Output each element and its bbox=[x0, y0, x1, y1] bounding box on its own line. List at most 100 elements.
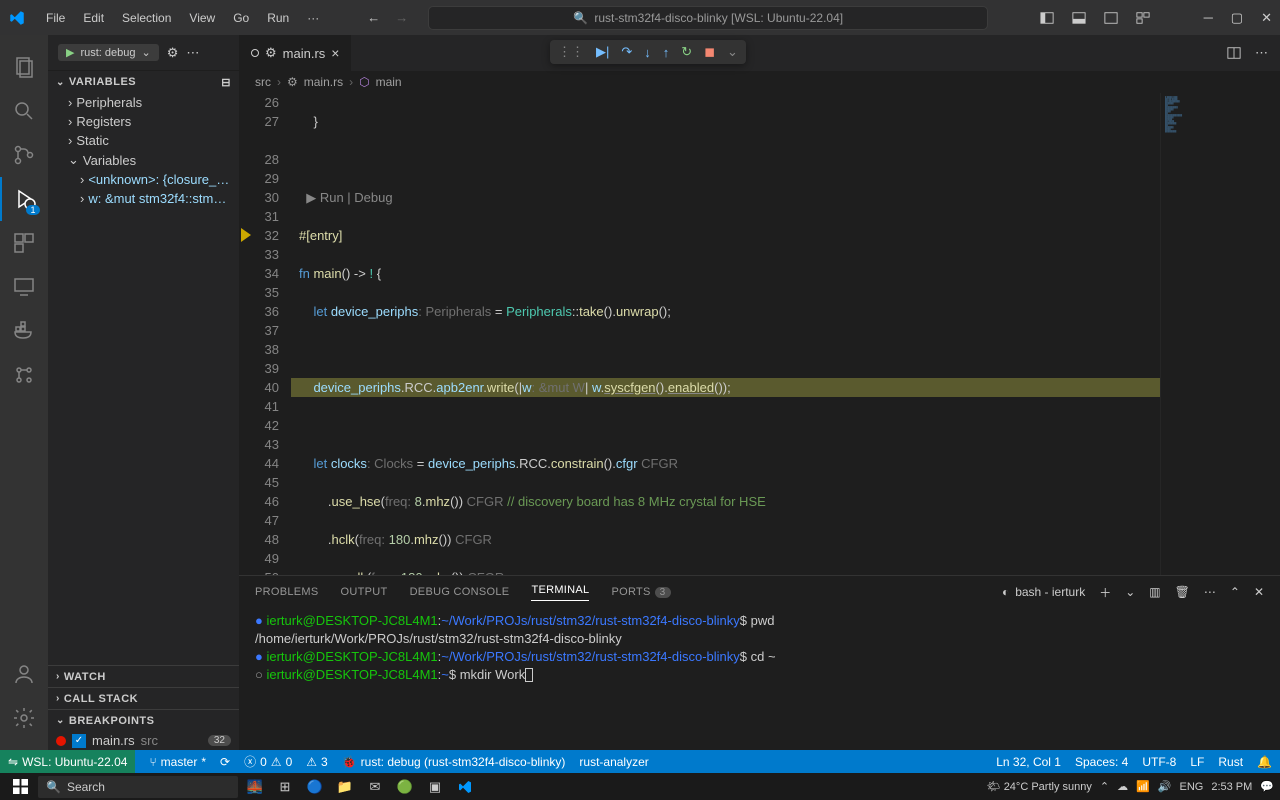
search-activity-icon[interactable] bbox=[0, 89, 48, 133]
encoding-status[interactable]: UTF-8 bbox=[1142, 755, 1176, 769]
remote-indicator[interactable]: ⇋WSL: Ubuntu-22.04 bbox=[0, 750, 135, 773]
language-status[interactable]: Rust bbox=[1218, 755, 1243, 769]
code-content[interactable]: } ▶ Run | Debug #[entry] fn main() -> ! … bbox=[291, 93, 1160, 575]
source-control-icon[interactable] bbox=[0, 133, 48, 177]
window-maximize-icon[interactable]: ▢ bbox=[1231, 10, 1243, 26]
terminal-dropdown-icon[interactable]: ⌄ bbox=[1125, 585, 1135, 599]
checkbox-checked-icon[interactable]: ✓ bbox=[72, 734, 86, 748]
debug-toolbar[interactable]: ⋮⋮ ▶| ↷ ↓ ↑ ↻ ◼ ⌄ bbox=[550, 40, 746, 64]
chevron-down-icon[interactable]: ⌄ bbox=[727, 44, 738, 60]
taskbar-search[interactable]: 🔍Search bbox=[38, 776, 238, 798]
variable-row[interactable]: ›<unknown>: {closure_… bbox=[48, 170, 239, 189]
debug-status[interactable]: 🐞rust: debug (rust-stm32f4-disco-blinky) bbox=[342, 755, 566, 769]
tray-wifi-icon[interactable]: 📶 bbox=[1136, 780, 1150, 793]
nav-back-icon[interactable]: ← bbox=[367, 10, 380, 25]
code-editor[interactable]: 2627 28293031 32 33343536 37383940 41424… bbox=[239, 93, 1280, 575]
grip-icon[interactable]: ⋮⋮ bbox=[558, 44, 584, 60]
breakpoint-row[interactable]: ✓ main.rs src 32 bbox=[48, 731, 239, 750]
breadcrumb-file[interactable]: main.rs bbox=[304, 75, 343, 89]
debug-more-icon[interactable]: ⋯ bbox=[186, 45, 199, 61]
docker-icon[interactable] bbox=[0, 309, 48, 353]
menu-edit[interactable]: Edit bbox=[75, 7, 112, 29]
minimap[interactable]: █ ████ █████ ██ ████ ██ ████████████████… bbox=[1160, 93, 1280, 575]
notifications-icon[interactable]: 🔔 bbox=[1257, 755, 1272, 769]
variables-section[interactable]: ⌄ VARIABLES ⊟ bbox=[48, 71, 239, 93]
eol-status[interactable]: LF bbox=[1190, 755, 1204, 769]
taskbar-explorer-icon[interactable]: 📁 bbox=[332, 776, 358, 798]
debug-settings-gear-icon[interactable]: ⚙ bbox=[167, 45, 179, 61]
start-button[interactable] bbox=[6, 779, 34, 794]
tab-output[interactable]: OUTPUT bbox=[341, 586, 388, 598]
problems-count[interactable]: ⓧ0 ⚠0 bbox=[244, 753, 292, 770]
extensions-icon[interactable] bbox=[0, 221, 48, 265]
taskbar-edge-icon[interactable]: 🔵 bbox=[302, 776, 328, 798]
terminal-profile[interactable]: ◐bash - ierturk bbox=[1002, 585, 1085, 599]
indent-status[interactable]: Spaces: 4 bbox=[1075, 755, 1128, 769]
weather-widget[interactable]: 🌤 24°C Partly sunny bbox=[987, 780, 1092, 793]
breadcrumb-src[interactable]: src bbox=[255, 75, 271, 89]
watch-section[interactable]: ›WATCH bbox=[48, 665, 239, 687]
kill-terminal-icon[interactable]: 🗑 bbox=[1175, 585, 1190, 599]
tray-notifications-icon[interactable]: 💬 bbox=[1260, 780, 1274, 793]
git-sync[interactable]: ⟳ bbox=[220, 755, 230, 769]
maximize-panel-icon[interactable]: ⌃ bbox=[1230, 585, 1240, 599]
split-terminal-icon[interactable]: ▥ bbox=[1149, 585, 1160, 599]
tab-ports[interactable]: PORTS3 bbox=[611, 586, 670, 598]
taskbar-vscode-icon[interactable] bbox=[452, 776, 478, 798]
menu-run[interactable]: Run bbox=[259, 7, 297, 29]
continue-icon[interactable]: ▶| bbox=[596, 44, 609, 60]
variables-local[interactable]: ⌄Variables bbox=[48, 150, 239, 170]
collapse-icon[interactable]: ⊟ bbox=[221, 76, 231, 89]
step-into-icon[interactable]: ↓ bbox=[644, 45, 651, 60]
new-terminal-icon[interactable]: ＋ bbox=[1099, 584, 1111, 601]
menu-more[interactable]: ··· bbox=[299, 7, 327, 29]
menu-selection[interactable]: Selection bbox=[114, 7, 179, 29]
explorer-icon[interactable] bbox=[0, 45, 48, 89]
git-branch[interactable]: ⑂master* bbox=[149, 755, 206, 769]
layout-bottom-icon[interactable] bbox=[1072, 11, 1086, 25]
step-out-icon[interactable]: ↑ bbox=[663, 45, 670, 60]
window-minimize-icon[interactable]: ─ bbox=[1204, 10, 1213, 25]
tray-cloud-icon[interactable]: ☁ bbox=[1117, 780, 1128, 793]
cursor-position[interactable]: Ln 32, Col 1 bbox=[996, 755, 1061, 769]
tray-clock[interactable]: 2:53 PM bbox=[1211, 781, 1252, 793]
split-editor-icon[interactable] bbox=[1227, 46, 1241, 60]
editor-tab-main-rs[interactable]: ⚙ main.rs × bbox=[239, 35, 352, 71]
taskbar-bridge-icon[interactable]: 🌉 bbox=[242, 776, 268, 798]
menu-go[interactable]: Go bbox=[225, 7, 257, 29]
variables-peripherals[interactable]: ›Peripherals bbox=[48, 93, 239, 112]
settings-gear-icon[interactable] bbox=[0, 696, 48, 740]
tray-volume-icon[interactable]: 🔊 bbox=[1158, 780, 1172, 793]
rust-analyzer-warnings[interactable]: ⚠3 bbox=[306, 755, 327, 769]
references-icon[interactable] bbox=[0, 353, 48, 397]
restart-icon[interactable]: ↻ bbox=[681, 44, 692, 60]
accounts-icon[interactable] bbox=[0, 652, 48, 696]
variables-registers[interactable]: ›Registers bbox=[48, 112, 239, 131]
variables-static[interactable]: ›Static bbox=[48, 131, 239, 150]
breadcrumb[interactable]: src › ⚙ main.rs › ⬡ main bbox=[239, 71, 1280, 93]
more-icon[interactable]: ⋯ bbox=[1204, 585, 1216, 599]
step-over-icon[interactable]: ↷ bbox=[621, 44, 632, 60]
remote-explorer-icon[interactable] bbox=[0, 265, 48, 309]
layout-customize-icon[interactable] bbox=[1136, 11, 1150, 25]
stop-icon[interactable]: ◼ bbox=[704, 44, 715, 60]
taskbar-terminal-icon[interactable]: ▣ bbox=[422, 776, 448, 798]
taskbar-taskview-icon[interactable]: ⊞ bbox=[272, 776, 298, 798]
tab-terminal[interactable]: TERMINAL bbox=[531, 584, 589, 601]
run-debug-icon[interactable]: 1 bbox=[0, 177, 48, 221]
close-icon[interactable]: × bbox=[331, 45, 339, 61]
layout-left-icon[interactable] bbox=[1040, 11, 1054, 25]
tray-language[interactable]: ENG bbox=[1179, 781, 1203, 793]
more-icon[interactable]: ⋯ bbox=[1255, 45, 1268, 61]
callstack-section[interactable]: ›CALL STACK bbox=[48, 687, 239, 709]
rust-analyzer-status[interactable]: rust-analyzer bbox=[579, 755, 648, 769]
close-panel-icon[interactable]: ✕ bbox=[1254, 585, 1264, 599]
terminal-content[interactable]: ● ierturk@DESKTOP-JC8L4M1:~/Work/PROJs/r… bbox=[239, 608, 1280, 750]
nav-forward-icon[interactable]: → bbox=[395, 10, 408, 25]
taskbar-spotify-icon[interactable]: 🟢 bbox=[392, 776, 418, 798]
codelens-run-debug[interactable]: Run | Debug bbox=[320, 190, 393, 205]
window-close-icon[interactable]: ✕ bbox=[1261, 10, 1272, 26]
breakpoints-section[interactable]: ⌄BREAKPOINTS bbox=[48, 709, 239, 731]
layout-right-icon[interactable] bbox=[1104, 11, 1118, 25]
variable-row[interactable]: ›w: &mut stm32f4::stm… bbox=[48, 189, 239, 208]
